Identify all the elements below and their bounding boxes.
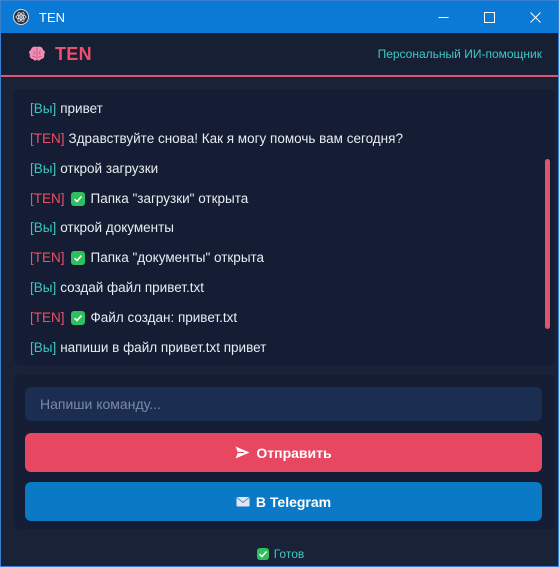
- chat-log[interactable]: [Вы] привет [TEN] Здравствуйте снова! Ка…: [14, 89, 555, 365]
- sender-tag: [Вы]: [30, 101, 57, 116]
- message-text: Папка "загрузки" открыта: [90, 191, 249, 206]
- command-input[interactable]: [25, 387, 542, 421]
- title-bar[interactable]: TEN: [1, 1, 558, 33]
- message-text: Папка "документы" открыта: [90, 250, 265, 265]
- send-button-label: Отправить: [256, 444, 332, 461]
- brand-title: TEN: [55, 43, 92, 64]
- message-text: привет: [60, 101, 103, 116]
- message-text: создай файл привет.txt: [60, 280, 204, 295]
- status-bar: Готов: [1, 546, 558, 562]
- message-text: Здравствуйте снова! Как я могу помочь ва…: [68, 131, 403, 146]
- chat-message: [Вы] открой загрузки: [30, 161, 158, 176]
- sender-tag: [TEN]: [30, 310, 65, 325]
- check-icon: [70, 250, 85, 265]
- chat-message: [TEN] Папка "загрузки" открыта: [30, 191, 248, 206]
- input-panel: Отправить В Telegram: [14, 375, 555, 529]
- sender-tag: [Вы]: [30, 280, 57, 295]
- maximize-button[interactable]: [466, 1, 512, 33]
- chat-message: [Вы] создай файл привет.txt: [30, 280, 204, 295]
- brain-icon: [29, 46, 45, 61]
- sender-tag: [Вы]: [30, 161, 57, 176]
- app-window: TEN TEN Персональный ИИ-помощник [Вы] пр…: [0, 0, 559, 567]
- app-header: TEN Персональный ИИ-помощник: [1, 33, 558, 77]
- envelope-icon: [236, 496, 250, 507]
- chat-scrollbar[interactable]: [545, 159, 550, 329]
- check-icon: [256, 548, 269, 560]
- chat-message: [Вы] напиши в файл привет.txt привет: [30, 340, 266, 355]
- minimize-icon: [438, 16, 448, 18]
- sender-tag: [Вы]: [30, 220, 57, 235]
- sender-tag: [TEN]: [30, 131, 65, 146]
- check-icon: [70, 191, 85, 206]
- message-text: открой загрузки: [60, 161, 159, 176]
- chat-message: [Вы] открой документы: [30, 220, 174, 235]
- chat-message: [TEN] Здравствуйте снова! Как я могу пом…: [30, 131, 403, 146]
- minimize-button[interactable]: [420, 1, 466, 33]
- chat-message: [TEN] Файл создан: привет.txt: [30, 310, 237, 325]
- sender-tag: [TEN]: [30, 191, 65, 206]
- status-text: Готов: [273, 547, 305, 561]
- message-text: Файл создан: привет.txt: [90, 310, 238, 325]
- send-button[interactable]: Отправить: [25, 433, 542, 472]
- message-text: напиши в файл привет.txt привет: [60, 340, 267, 355]
- app-subtitle: Персональный ИИ-помощник: [377, 47, 542, 61]
- window-controls: [420, 1, 558, 33]
- sender-tag: [Вы]: [30, 340, 57, 355]
- telegram-button[interactable]: В Telegram: [25, 482, 542, 521]
- sender-tag: [TEN]: [30, 250, 65, 265]
- message-text: открой документы: [60, 220, 174, 235]
- close-button[interactable]: [512, 1, 558, 33]
- electron-icon: [13, 9, 29, 25]
- maximize-icon: [483, 11, 495, 23]
- telegram-button-label: В Telegram: [255, 493, 332, 510]
- close-icon: [529, 11, 541, 23]
- chat-message: [TEN] Папка "документы" открыта: [30, 250, 264, 265]
- window-title: TEN: [39, 9, 65, 25]
- send-arrow-icon: [235, 446, 250, 459]
- check-icon: [70, 310, 85, 325]
- chat-message: [Вы] привет: [30, 101, 103, 116]
